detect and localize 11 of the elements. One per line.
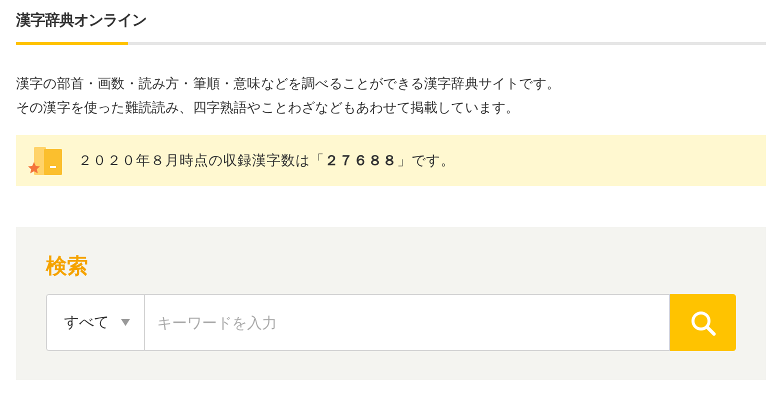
category-dropdown[interactable]: すべて — [46, 294, 144, 351]
search-field[interactable]: キーワードを入力 — [144, 294, 670, 351]
site-title: 漢字辞典オンライン — [16, 10, 146, 31]
notice-text: ２０２０年８月時点の収録漢字数は「２７６８８」です。 — [78, 152, 455, 170]
book-star-icon — [28, 144, 64, 176]
intro-text: 漢字の部首・画数・読み方・筆順・意味などを調べることができる漢字辞典サイトです。 — [16, 75, 560, 94]
dropdown-caret-icon — [121, 319, 130, 326]
search-icon — [690, 310, 716, 336]
search-button[interactable] — [670, 294, 736, 351]
intro-text: その漢字を使った難読読み、四字熟語やことわざなどもあわせて掲載しています。 — [16, 99, 520, 118]
search-heading: 検索 — [46, 253, 88, 280]
